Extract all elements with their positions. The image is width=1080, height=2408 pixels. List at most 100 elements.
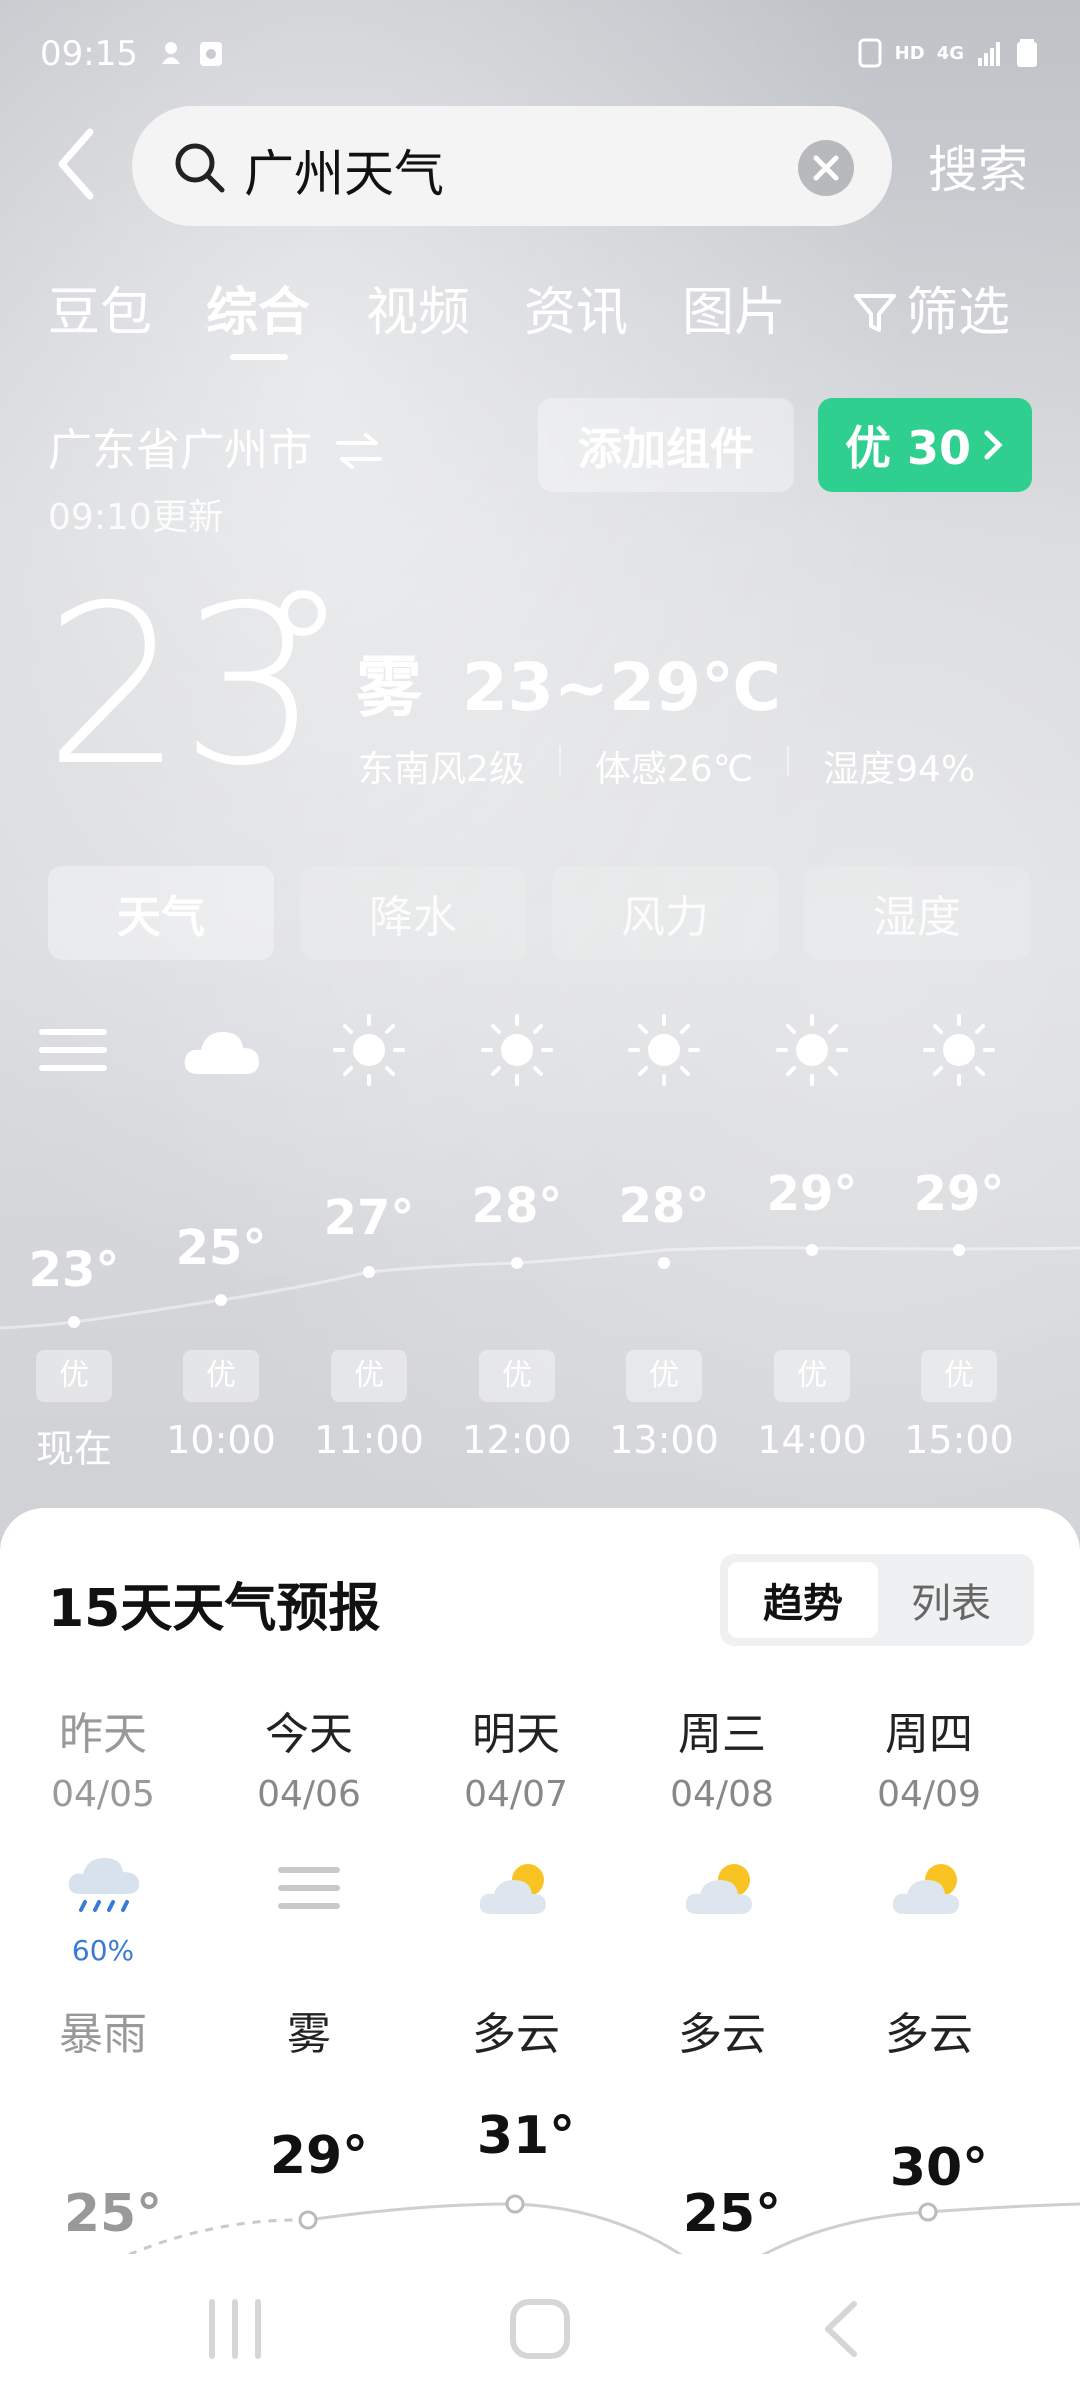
search-icon — [175, 143, 225, 193]
search-input[interactable]: 广州天气 — [132, 106, 892, 226]
condition-text: 雾 — [356, 649, 422, 726]
sun-icon — [333, 1014, 405, 1086]
add-widget-button[interactable]: 添加组件 — [538, 398, 794, 492]
search-button[interactable]: 搜索 — [928, 130, 1028, 202]
day-name: 周三 — [678, 1709, 766, 1760]
sun-icon — [481, 1014, 553, 1086]
hd-indicator: HD — [894, 42, 925, 64]
hour-temp: 27° — [323, 1190, 415, 1246]
day-date: 04/09 — [877, 1774, 981, 1815]
aqi-badge: 优 — [479, 1350, 555, 1402]
day-date: 04/05 — [51, 1774, 155, 1815]
hour-temp: 29° — [766, 1166, 858, 1222]
sun-icon — [923, 1014, 995, 1086]
sun-icon — [628, 1014, 700, 1086]
swap-icon — [336, 433, 382, 469]
system-nav-bar — [0, 2254, 1080, 2400]
home-icon[interactable] — [505, 2294, 575, 2364]
hourly-forecast[interactable]: 23° 优 现在 25° 优 10:00 27° 优 11:00 28° 优 1… — [0, 1010, 1080, 1510]
hour-temp: 28° — [618, 1178, 710, 1234]
hour-time: 14:00 — [757, 1418, 867, 1462]
status-time: 09:15 — [40, 34, 138, 74]
hour-temp: 28° — [471, 1178, 563, 1234]
battery-icon — [1017, 39, 1037, 67]
divider — [787, 746, 790, 776]
day-date: 04/07 — [464, 1774, 568, 1815]
day-name: 明天 — [472, 1709, 560, 1760]
rain-icon — [68, 1858, 139, 1912]
tab-video[interactable]: 视频 — [366, 270, 470, 345]
aqi-badge: 优 — [921, 1350, 997, 1402]
toggle-trend[interactable]: 趋势 — [728, 1562, 878, 1638]
aqi-badge: 优 — [183, 1350, 259, 1402]
nfc-icon — [858, 38, 882, 68]
aqi-badge: 优 — [626, 1350, 702, 1402]
hour-time: 13:00 — [609, 1418, 719, 1462]
fog-icon — [278, 1867, 340, 1909]
notification-icon — [162, 42, 180, 64]
back-arrow-icon[interactable] — [48, 124, 108, 204]
aqi-button[interactable]: 优 30 — [818, 398, 1032, 492]
signal-icon — [978, 42, 1000, 66]
tab-images[interactable]: 图片 — [682, 270, 786, 345]
partly-cloudy-icon — [479, 1864, 546, 1914]
hour-time: 11:00 — [314, 1418, 424, 1462]
temperature-range: 23~29℃ — [462, 649, 781, 726]
degree-symbol — [280, 590, 326, 636]
day-condition: 暴雨 — [59, 2009, 147, 2060]
day-name: 周四 — [885, 1709, 973, 1760]
partly-cloudy-icon — [685, 1864, 752, 1914]
segment-humidity[interactable]: 湿度 — [804, 866, 1030, 960]
recent-apps-icon[interactable] — [200, 2294, 270, 2364]
daily-trend-line — [99, 2194, 1080, 2268]
search-tabs: 豆包 综合 视频 资讯 图片 筛选 — [48, 270, 1032, 350]
day-condition: 多云 — [472, 2009, 560, 2060]
tab-general[interactable]: 综合 — [206, 270, 310, 345]
segment-weather[interactable]: 天气 — [48, 866, 274, 960]
feels-like: 体感26℃ — [594, 749, 754, 790]
active-tab-indicator — [230, 354, 288, 360]
day-date: 04/06 — [257, 1774, 361, 1815]
current-temperature: 23 — [44, 558, 320, 814]
humidity: 湿度94% — [823, 749, 976, 790]
hour-temp: 29° — [913, 1166, 1005, 1222]
calendar-icon — [200, 42, 222, 66]
tab-filter[interactable]: 筛选 — [852, 270, 1010, 345]
day-name: 今天 — [265, 1709, 353, 1760]
close-icon — [813, 155, 839, 181]
hour-time: 10:00 — [166, 1418, 276, 1462]
segment-precipitation[interactable]: 降水 — [300, 866, 526, 960]
tab-filter-label: 筛选 — [906, 283, 1011, 343]
status-bar: 09:15 HD 4G — [40, 34, 1040, 84]
filter-icon — [854, 294, 896, 332]
current-condition: 雾 23~29℃ — [356, 634, 781, 730]
network-indicator: 4G — [936, 42, 964, 64]
hour-temp: 23° — [28, 1242, 120, 1298]
day-condition: 多云 — [678, 2009, 766, 2060]
cloud-icon — [184, 1032, 259, 1074]
toggle-list[interactable]: 列表 — [876, 1562, 1026, 1638]
search-query: 广州天气 — [244, 145, 444, 203]
aqi-badge: 优 — [331, 1350, 407, 1402]
tab-doubao[interactable]: 豆包 — [48, 270, 152, 345]
hour-time: 现在 — [35, 1427, 112, 1471]
precipitation-chance: 60% — [71, 1934, 135, 1967]
divider — [558, 746, 561, 776]
clear-search-button[interactable] — [798, 140, 854, 196]
view-toggle: 趋势 列表 — [720, 1554, 1034, 1646]
hour-time: 15:00 — [904, 1418, 1014, 1462]
partly-cloudy-icon — [892, 1864, 959, 1914]
hour-temp: 25° — [175, 1220, 267, 1276]
location-switcher[interactable]: 广东省广州市 — [48, 414, 384, 478]
location-name: 广东省广州市 — [48, 425, 312, 476]
aqi-badge: 优 — [36, 1350, 112, 1402]
fog-icon — [39, 1029, 107, 1071]
back-icon[interactable] — [808, 2294, 878, 2364]
hour-time: 12:00 — [462, 1418, 572, 1462]
day-condition: 多云 — [885, 2009, 973, 2060]
update-time: 09:10更新 — [48, 497, 224, 538]
tab-news[interactable]: 资讯 — [524, 270, 628, 345]
forecast-title: 15天天气预报 — [48, 1579, 381, 1639]
segment-wind[interactable]: 风力 — [552, 866, 778, 960]
day-name: 昨天 — [59, 1709, 147, 1760]
